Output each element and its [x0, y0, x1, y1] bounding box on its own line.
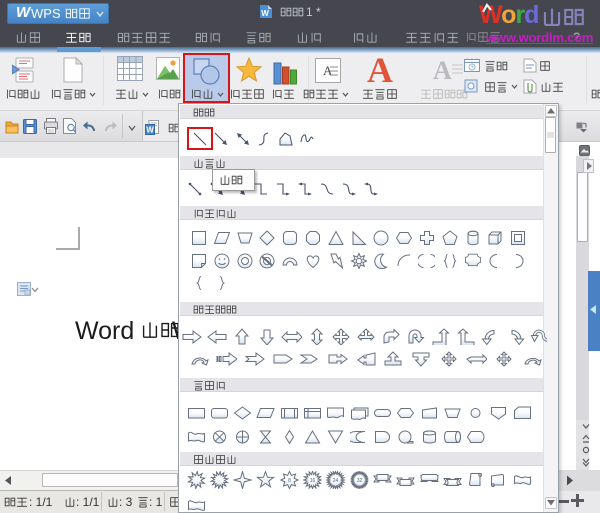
svg-text:W: W — [261, 9, 269, 18]
svg-text:16: 16 — [310, 478, 316, 484]
svg-text:8: 8 — [288, 478, 291, 484]
svg-text:32: 32 — [356, 478, 362, 484]
svg-text:W: W — [146, 126, 154, 135]
svg-text:24: 24 — [333, 478, 339, 484]
